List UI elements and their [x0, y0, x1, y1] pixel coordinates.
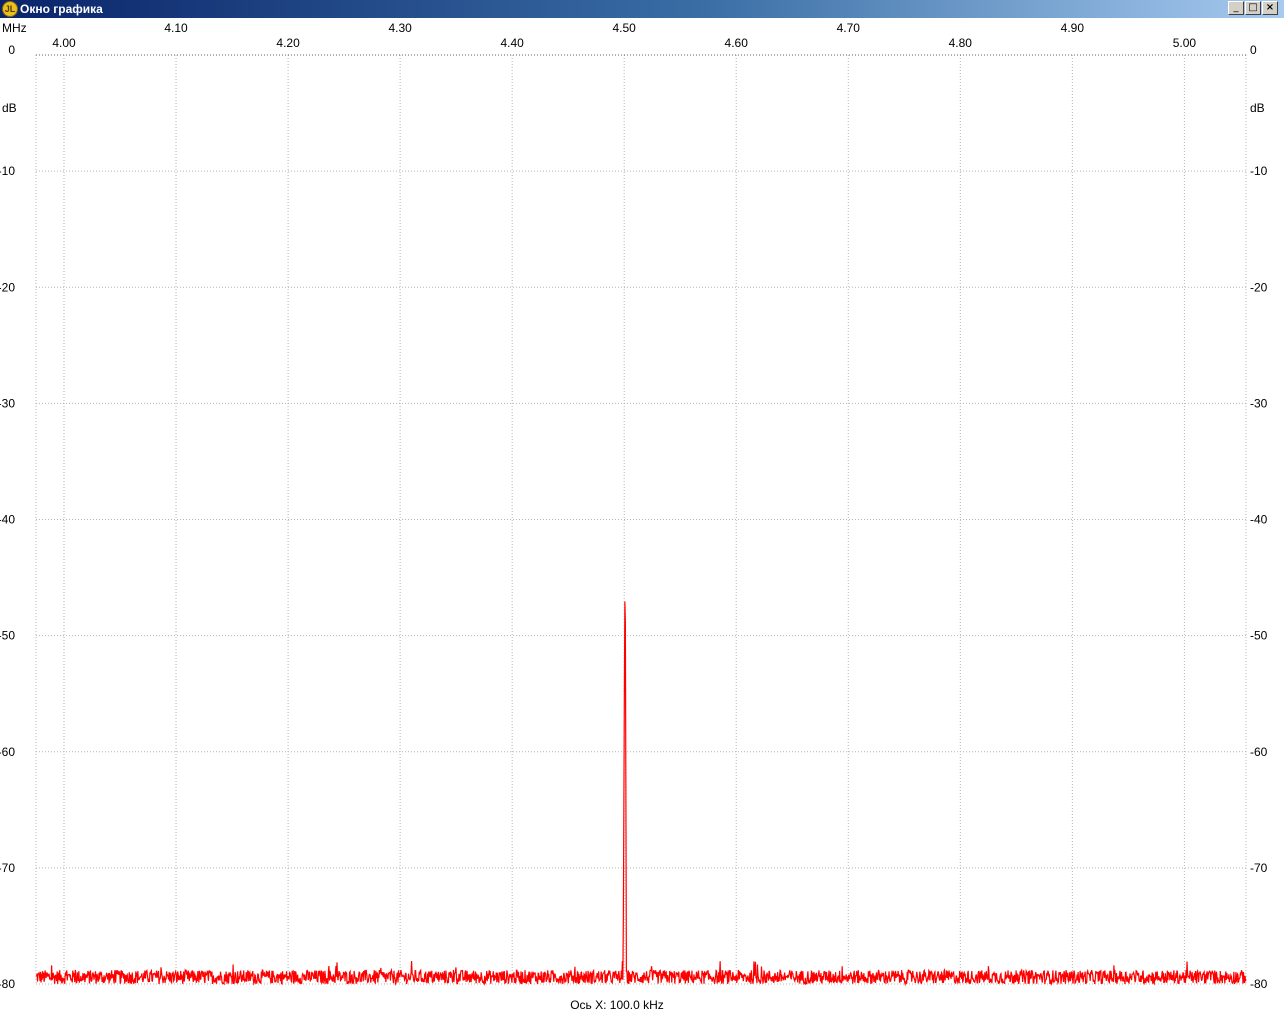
y-tick-label-left: -30	[0, 396, 15, 410]
x-tick-label-top: 4.10	[164, 21, 188, 35]
y-tick-label-left: -70	[0, 861, 15, 875]
y-tick-label-left: 0	[8, 43, 15, 57]
minimize-button[interactable]: _	[1228, 1, 1244, 15]
x-tick-label-bottom: 4.00	[52, 36, 76, 50]
x-tick-label-bottom: 4.20	[276, 36, 300, 50]
app-logo-icon: JL	[2, 1, 18, 17]
close-button[interactable]: ×	[1262, 1, 1278, 15]
spectrum-chart[interactable]: 0 0 -10 -10 -20 -20 -30 -30 -40 -40 -50 -50 -60 -60 -7…	[0, 18, 1284, 1024]
y-tick-label-right: -10	[1250, 164, 1268, 178]
y-tick-label-right: -30	[1250, 396, 1268, 410]
x-tick-label-bottom: 4.40	[500, 36, 524, 50]
x-tick-label-top: 4.30	[388, 21, 412, 35]
grid	[35, 54, 1247, 985]
y-tick-label-right: -80	[1250, 977, 1268, 991]
x-tick-label-bottom: 4.60	[725, 36, 749, 50]
y-tick-label-right: -60	[1250, 745, 1268, 759]
title-bar[interactable]: JL Окно графика _ □ ×	[0, 0, 1284, 18]
y-tick-label-left: -60	[0, 745, 15, 759]
series-line-spectrum	[35, 601, 1247, 987]
y-tick-label-left: -20	[0, 280, 15, 294]
x-tick-label-top: 4.50	[613, 21, 637, 35]
x-tick-label-top: 4.70	[837, 21, 861, 35]
axis-labels: 0 0 -10 -10 -20 -20 -30 -30 -40 -40 -50 -50 -60 -60 -7…	[0, 21, 1268, 1012]
series-layer	[35, 601, 1247, 987]
y-tick-label-right: -50	[1250, 629, 1268, 643]
graph-window: JL Окно графика _ □ × 0 0 -10 -10 -20 -20 -30 -…	[0, 0, 1284, 1024]
maximize-button[interactable]: □	[1245, 1, 1261, 15]
y-unit-label-right: dB	[1250, 101, 1265, 115]
x-tick-label-top: 4.90	[1061, 21, 1085, 35]
y-tick-label-right: -70	[1250, 861, 1268, 875]
y-tick-label-left: -10	[0, 164, 15, 178]
y-tick-label-right: -40	[1250, 513, 1268, 527]
x-tick-label-bottom: 4.80	[949, 36, 973, 50]
x-axis-footer: Ось X: 100.0 kHz	[570, 998, 664, 1012]
x-tick-label-bottom: 5.00	[1173, 36, 1197, 50]
y-tick-label-left: -80	[0, 977, 15, 991]
y-tick-label-right: 0	[1250, 43, 1257, 57]
y-tick-label-left: -40	[0, 513, 15, 527]
x-unit-label: MHz	[2, 21, 27, 35]
y-unit-label-left: dB	[2, 101, 17, 115]
y-tick-label-right: -20	[1250, 280, 1268, 294]
window-title: Окно графика	[20, 2, 103, 16]
y-tick-label-left: -50	[0, 629, 15, 643]
